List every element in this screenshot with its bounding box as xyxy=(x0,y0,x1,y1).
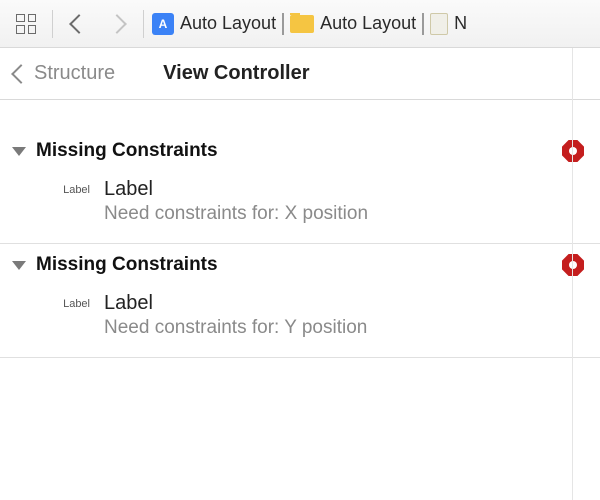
toolbar: Auto Layout Auto Layout N xyxy=(0,0,600,48)
section-header[interactable]: Missing Constraints xyxy=(0,244,600,286)
related-items-button[interactable] xyxy=(8,7,44,41)
issue-section: Missing Constraints Label Label Need con… xyxy=(0,130,600,244)
breadcrumb-file[interactable]: N xyxy=(454,13,467,34)
error-octagon-icon xyxy=(562,254,584,276)
toolbar-separator xyxy=(143,10,144,38)
element-thumb-label: Label xyxy=(56,298,90,310)
page-title: View Controller xyxy=(163,62,309,85)
chevron-left-icon xyxy=(11,64,31,84)
issue-row[interactable]: Label Label Need constraints for: X posi… xyxy=(0,172,600,243)
breadcrumb[interactable]: Auto Layout Auto Layout N xyxy=(152,13,467,35)
file-icon xyxy=(430,13,448,35)
nav-back-button[interactable] xyxy=(61,7,97,41)
section-title: Missing Constraints xyxy=(36,140,552,162)
error-octagon-icon xyxy=(562,140,584,162)
section-title: Missing Constraints xyxy=(36,254,552,276)
folder-icon xyxy=(290,15,314,33)
issues-list: Missing Constraints Label Label Need con… xyxy=(0,100,600,358)
breadcrumb-folder[interactable]: Auto Layout xyxy=(320,13,416,34)
project-icon xyxy=(152,13,174,35)
disclosure-triangle-icon[interactable] xyxy=(12,261,26,270)
chevron-right-icon xyxy=(282,13,284,34)
chevron-right-icon xyxy=(107,14,127,34)
issue-section: Missing Constraints Label Label Need con… xyxy=(0,244,600,358)
disclosure-triangle-icon[interactable] xyxy=(12,147,26,156)
nav-forward-button xyxy=(99,7,135,41)
error-badge[interactable] xyxy=(562,254,584,276)
grid-icon xyxy=(16,14,36,34)
issue-detail: Need constraints for: Y position xyxy=(104,317,367,339)
toolbar-separator xyxy=(52,10,53,38)
element-thumb-label: Label xyxy=(56,184,90,196)
chevron-left-icon xyxy=(69,14,89,34)
panel-divider xyxy=(572,48,573,500)
issue-row[interactable]: Label Label Need constraints for: Y posi… xyxy=(0,286,600,357)
back-label: Structure xyxy=(34,62,115,85)
panel-header: Structure View Controller xyxy=(0,48,600,100)
error-badge[interactable] xyxy=(562,140,584,162)
chevron-right-icon xyxy=(422,13,424,34)
issue-element-name: Label xyxy=(104,178,368,201)
breadcrumb-project[interactable]: Auto Layout xyxy=(180,13,276,34)
issue-detail: Need constraints for: X position xyxy=(104,203,368,225)
section-header[interactable]: Missing Constraints xyxy=(0,130,600,172)
issue-element-name: Label xyxy=(104,292,367,315)
back-to-structure-button[interactable]: Structure xyxy=(14,62,115,85)
